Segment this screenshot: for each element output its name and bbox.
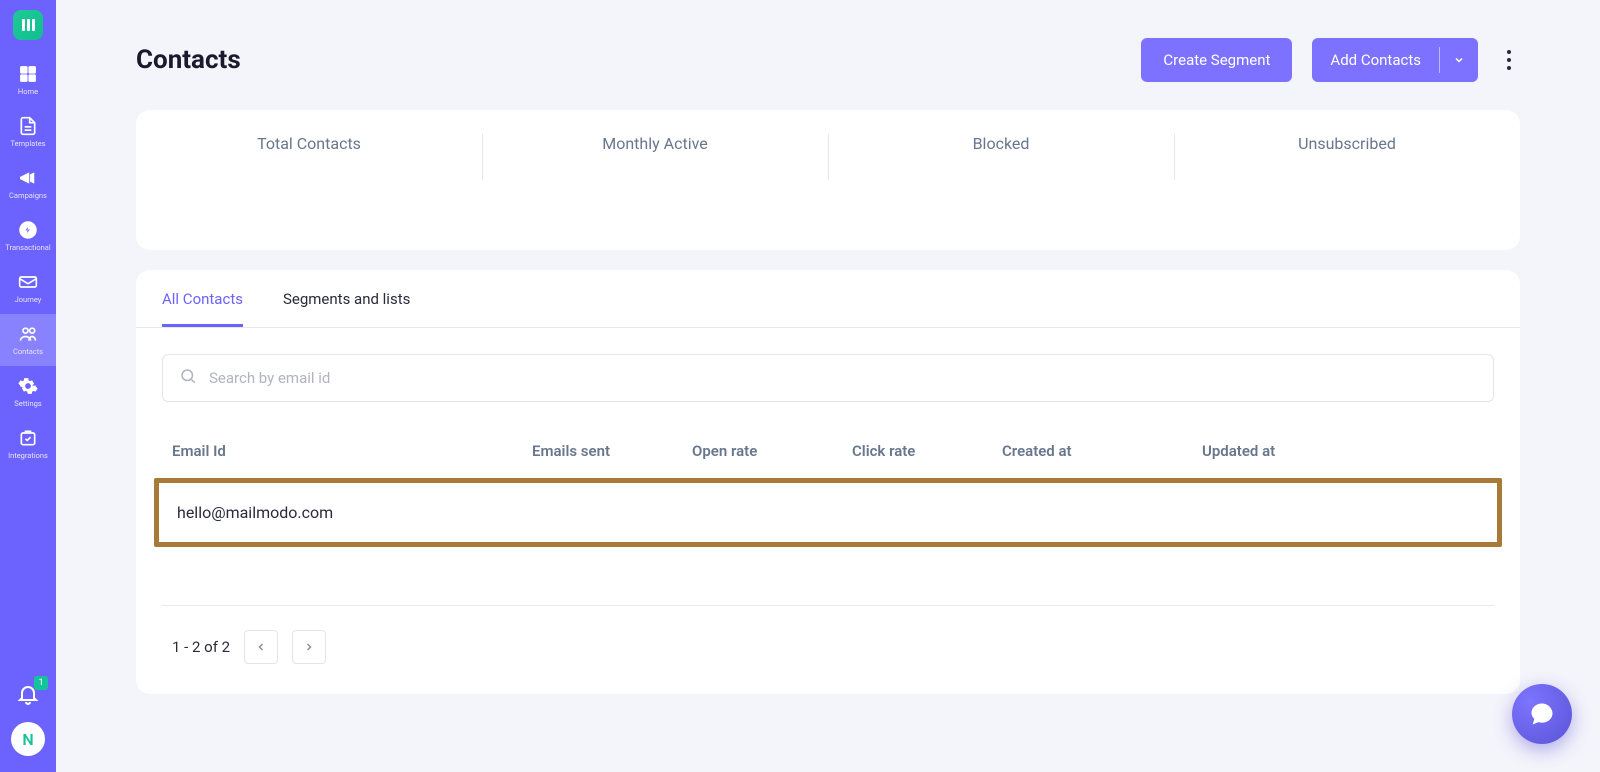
sidebar: Home Templates Campaigns Transactional J… xyxy=(0,0,56,772)
col-header-email: Email Id xyxy=(172,442,532,460)
home-icon xyxy=(18,64,38,84)
sidebar-item-integrations[interactable]: Integrations xyxy=(0,418,56,470)
page-header: Contacts Create Segment Add Contacts xyxy=(136,0,1520,82)
sidebar-item-label: Settings xyxy=(14,400,41,408)
cell-email: hello@mailmodo.com xyxy=(177,503,537,522)
chevron-down-icon[interactable] xyxy=(1440,38,1478,82)
col-header-open: Open rate xyxy=(692,442,852,460)
stat-monthly-active: Monthly Active xyxy=(482,134,828,226)
main-content: Contacts Create Segment Add Contacts Tot… xyxy=(56,0,1600,772)
search-wrap xyxy=(162,354,1494,402)
tabs: All Contacts Segments and lists xyxy=(136,270,1520,328)
sidebar-nav: Home Templates Campaigns Transactional J… xyxy=(0,54,56,470)
col-header-sent: Emails sent xyxy=(532,442,692,460)
contacts-icon xyxy=(18,324,38,344)
cell-sent xyxy=(537,503,697,522)
bolt-icon xyxy=(18,220,38,240)
sidebar-item-settings[interactable]: Settings xyxy=(0,366,56,418)
more-actions-button[interactable] xyxy=(1498,46,1520,74)
table-row[interactable]: hello@mailmodo.com xyxy=(154,478,1502,547)
stat-label: Monthly Active xyxy=(602,134,707,153)
stat-blocked: Blocked xyxy=(828,134,1174,226)
button-label: Add Contacts xyxy=(1312,38,1439,82)
gear-icon xyxy=(18,376,38,396)
notification-badge: 1 xyxy=(34,676,48,690)
sidebar-item-campaigns[interactable]: Campaigns xyxy=(0,158,56,210)
divider xyxy=(162,605,1494,606)
create-segment-button[interactable]: Create Segment xyxy=(1141,38,1292,82)
sidebar-item-transactional[interactable]: Transactional xyxy=(0,210,56,262)
stat-label: Total Contacts xyxy=(257,134,361,153)
avatar[interactable]: N xyxy=(11,722,45,756)
notifications-button[interactable]: 1 xyxy=(16,682,40,706)
sidebar-item-label: Campaigns xyxy=(9,192,47,200)
button-label: Create Segment xyxy=(1163,51,1270,69)
stat-label: Blocked xyxy=(973,134,1030,153)
sidebar-item-templates[interactable]: Templates xyxy=(0,106,56,158)
sidebar-item-label: Contacts xyxy=(13,348,43,356)
sidebar-item-home[interactable]: Home xyxy=(0,54,56,106)
cell-open xyxy=(697,503,857,522)
search-input[interactable] xyxy=(209,369,1477,387)
cell-click xyxy=(857,503,1007,522)
sidebar-item-label: Journey xyxy=(15,296,42,304)
search-icon xyxy=(179,367,197,389)
sidebar-item-label: Transactional xyxy=(5,244,50,252)
col-header-created: Created at xyxy=(1002,442,1202,460)
next-page-button[interactable] xyxy=(292,630,326,664)
sidebar-item-label: Home xyxy=(18,88,38,96)
col-header-click: Click rate xyxy=(852,442,1002,460)
pagination: 1 - 2 of 2 xyxy=(136,630,1520,664)
file-icon xyxy=(18,116,38,136)
header-actions: Create Segment Add Contacts xyxy=(1141,38,1520,82)
integrations-icon xyxy=(18,428,38,448)
stats-card: Total Contacts Monthly Active Blocked Un… xyxy=(136,110,1520,250)
tab-segments-lists[interactable]: Segments and lists xyxy=(283,270,410,327)
contacts-table-card: All Contacts Segments and lists Email Id… xyxy=(136,270,1520,694)
sidebar-item-contacts[interactable]: Contacts xyxy=(0,314,56,366)
stat-unsubscribed: Unsubscribed xyxy=(1174,134,1520,226)
megaphone-icon xyxy=(18,168,38,188)
chat-fab[interactable] xyxy=(1512,684,1572,744)
journey-icon xyxy=(18,272,38,292)
app-logo xyxy=(13,10,43,40)
cell-created xyxy=(1007,503,1207,522)
sidebar-item-label: Integrations xyxy=(8,452,48,460)
add-contacts-button[interactable]: Add Contacts xyxy=(1312,38,1478,82)
stat-label: Unsubscribed xyxy=(1298,134,1396,153)
page-title: Contacts xyxy=(136,45,241,75)
tab-all-contacts[interactable]: All Contacts xyxy=(162,270,243,327)
stat-total-contacts: Total Contacts xyxy=(136,134,482,226)
sidebar-item-journey[interactable]: Journey xyxy=(0,262,56,314)
col-header-updated: Updated at xyxy=(1202,442,1382,460)
sidebar-item-label: Templates xyxy=(10,140,45,148)
table-header: Email Id Emails sent Open rate Click rat… xyxy=(136,402,1520,478)
cell-updated xyxy=(1207,503,1387,522)
avatar-initial: N xyxy=(22,730,33,749)
prev-page-button[interactable] xyxy=(244,630,278,664)
pagination-text: 1 - 2 of 2 xyxy=(172,638,230,656)
